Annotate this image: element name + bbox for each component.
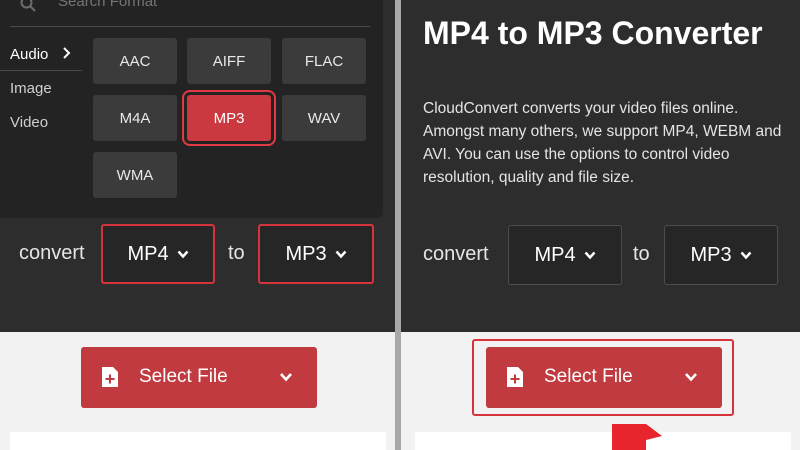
from-format-value: MP4	[534, 243, 576, 266]
format-search	[10, 0, 370, 27]
page-description: CloudConvert converts your video files o…	[423, 100, 782, 186]
chevron-down-icon	[280, 373, 292, 382]
format-option-flac[interactable]: FLAC	[282, 38, 366, 84]
select-file-label: Select File	[544, 366, 633, 387]
from-format-button[interactable]: MP4	[508, 225, 622, 285]
format-option-aiff[interactable]: AIFF	[187, 38, 271, 84]
chevron-down-icon	[685, 373, 697, 382]
chevron-right-icon	[63, 47, 71, 59]
to-label: to	[228, 242, 245, 264]
chevron-down-icon	[177, 250, 188, 258]
chevron-down-icon	[335, 250, 346, 258]
content-card	[415, 432, 791, 450]
category-audio[interactable]: Audio	[10, 46, 48, 63]
from-format-button[interactable]: MP4	[101, 224, 215, 284]
left-screenshot: Audio Image Video AAC AIFF FLAC M4A MP3 …	[0, 0, 395, 450]
arrow-pointer-icon	[612, 424, 662, 450]
category-image[interactable]: Image	[10, 80, 52, 97]
category-video[interactable]: Video	[10, 114, 48, 131]
content-card	[10, 432, 386, 450]
file-plus-icon	[102, 367, 118, 387]
to-format-value: MP3	[285, 242, 327, 265]
select-file-button[interactable]: Select File	[81, 347, 317, 408]
to-format-value: MP3	[690, 243, 732, 266]
format-option-wma[interactable]: WMA	[93, 152, 177, 198]
format-option-mp3[interactable]: MP3	[182, 90, 276, 146]
to-label: to	[633, 243, 650, 265]
right-screenshot: MP4 to MP3 Converter CloudConvert conver…	[401, 0, 800, 450]
convert-label: convert	[19, 242, 85, 264]
file-plus-icon	[507, 367, 523, 387]
format-option-aac[interactable]: AAC	[93, 38, 177, 84]
select-file-button[interactable]: Select File	[486, 347, 722, 408]
from-format-value: MP4	[127, 242, 169, 265]
format-option-m4a[interactable]: M4A	[93, 95, 177, 141]
format-option-wav[interactable]: WAV	[282, 95, 366, 141]
to-format-button[interactable]: MP3	[664, 225, 778, 285]
convert-label: convert	[423, 243, 489, 265]
chevron-down-icon	[740, 251, 751, 259]
category-divider	[0, 70, 82, 71]
select-file-label: Select File	[139, 366, 228, 387]
page-title: MP4 to MP3 Converter	[423, 15, 763, 51]
chevron-down-icon	[584, 251, 595, 259]
format-dropdown: Audio Image Video AAC AIFF FLAC M4A MP3 …	[0, 0, 383, 218]
search-format-input[interactable]	[58, 0, 358, 10]
search-icon	[20, 0, 36, 12]
to-format-button[interactable]: MP3	[258, 224, 374, 284]
